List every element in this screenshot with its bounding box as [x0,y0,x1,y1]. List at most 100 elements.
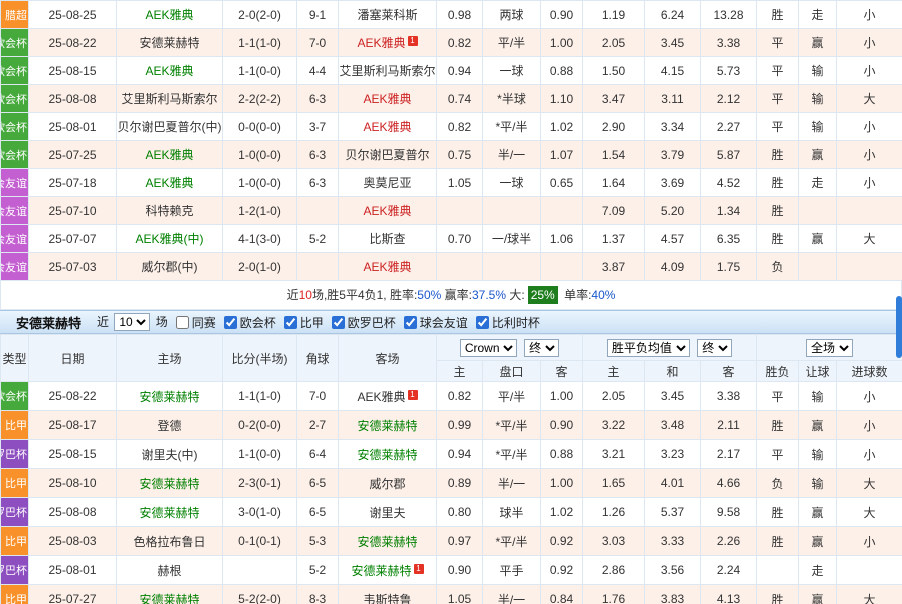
home-team-name[interactable]: 科特赖克 [145,204,193,218]
away-team-name[interactable]: 安德莱赫特 [351,564,411,578]
away-team-name[interactable]: 安德莱赫特 [357,448,417,462]
asian-odds-away: 1.10 [541,85,583,113]
result-group-header: 全场 [757,335,902,361]
score-cell: 1-1(0-0) [223,440,297,469]
home-team-name[interactable]: 谢里夫(中) [142,448,198,462]
home-team-name[interactable]: 赫根 [157,564,181,578]
home-team-name[interactable]: 安德莱赫特 [139,593,199,604]
euro-odds-away: 2.17 [701,440,757,469]
scope-select[interactable]: 全场 [806,339,853,357]
match-row: 球会友谊25-07-10科特赖克1-2(1-0)AEK雅典7.095.201.3… [1,197,902,225]
asian-odds-away: 0.88 [541,57,583,85]
league-type-badge: 比甲 [1,527,29,556]
asian-handicap-line: *平/半 [483,113,541,141]
result-goals: 小 [837,382,902,411]
odds-final-select[interactable]: 终 [524,339,559,357]
result-goals: 小 [837,141,902,169]
league-filter-option: 球会友谊 [404,314,468,331]
match-row: 欧会杯25-07-25AEK雅典1-0(0-0)6-3贝尔谢巴夏普尔0.75半/… [1,141,902,169]
home-team-name[interactable]: 安德莱赫特 [139,506,199,520]
home-team-name[interactable]: AEK雅典 [145,148,193,162]
scrollbar-thumb[interactable] [896,296,902,358]
away-team-name[interactable]: 比斯查 [369,232,405,246]
col-header-date: 日期 [29,335,117,382]
home-team-name[interactable]: 安德莱赫特 [139,477,199,491]
filter-checkbox[interactable] [284,316,297,329]
away-team-name[interactable]: AEK雅典 [357,390,405,404]
match-row: 欧会杯25-08-22安德莱赫特1-1(1-0)7-0AEK雅典10.82平/半… [1,29,902,57]
euro-odds-away: 5.87 [701,141,757,169]
asian-handicap-line: 平手 [483,556,541,585]
home-team-name[interactable]: 威尔郡(中) [142,260,198,274]
match-date: 25-07-25 [29,141,117,169]
away-team-name[interactable]: 安德莱赫特 [357,535,417,549]
recent-count-select[interactable]: 10 [114,313,150,331]
home-team-name[interactable]: 贝尔谢巴夏普尔(中) [118,120,222,134]
home-team-name[interactable]: AEK雅典 [145,8,193,22]
away-team-name[interactable]: AEK雅典 [363,260,411,274]
euro-odds-draw: 4.57 [645,225,701,253]
euro-odds-draw: 3.45 [645,29,701,57]
euro-odds-away: 4.52 [701,169,757,197]
result-handicap: 输 [799,57,837,85]
away-team-name[interactable]: 奥莫尼亚 [363,176,411,190]
filter-checkbox[interactable] [404,316,417,329]
result-handicap: 走 [799,556,837,585]
away-team-name[interactable]: 韦斯特鲁 [363,593,411,604]
away-team-name[interactable]: 谢里夫 [369,506,405,520]
match-date: 25-07-07 [29,225,117,253]
corner-cell: 2-7 [297,411,339,440]
home-team-name[interactable]: AEK雅典 [145,64,193,78]
euro-odds-draw: 3.48 [645,411,701,440]
home-team-name[interactable]: 色格拉布鲁日 [133,535,205,549]
result-goals: 小 [837,113,902,141]
filter-checkbox[interactable] [176,316,189,329]
filter-checkbox[interactable] [332,316,345,329]
result-handicap: 输 [799,440,837,469]
score-cell: 1-1(0-0) [223,57,297,85]
home-team-name[interactable]: AEK雅典(中) [135,232,203,246]
home-team-name[interactable]: AEK雅典 [145,176,193,190]
away-team-cell: 安德莱赫特1 [339,556,437,585]
euro-odds-away: 2.12 [701,85,757,113]
filter-checkbox[interactable] [476,316,489,329]
euro-odds-away: 4.13 [701,585,757,604]
summary-segment: 单率: [561,288,592,302]
asian-handicap-line [483,197,541,225]
match-row: 欧罗巴杯25-08-08安德莱赫特3-0(1-0)6-5谢里夫0.80球半1.0… [1,498,902,527]
away-team-name[interactable]: 潘塞莱科斯 [357,8,417,22]
result-outcome: 胜 [757,527,799,556]
away-team-name[interactable]: AEK雅典 [363,92,411,106]
result-handicap: 输 [799,382,837,411]
euro-odds-draw: 3.83 [645,585,701,604]
home-team-name[interactable]: 安德莱赫特 [139,36,199,50]
away-team-name[interactable]: AEK雅典 [363,204,411,218]
filter-checkbox[interactable] [224,316,237,329]
euro-odds-away: 6.35 [701,225,757,253]
league-type-badge: 欧罗巴杯 [1,498,29,527]
euro-final-select[interactable]: 终 [697,339,732,357]
away-team-name[interactable]: AEK雅典 [363,120,411,134]
sub-col-header: 让球 [799,361,837,382]
home-team-name[interactable]: 安德莱赫特 [139,390,199,404]
away-team-name[interactable]: 威尔郡 [369,477,405,491]
euro-odds-select[interactable]: 胜平负均值 [607,339,690,357]
home-team-name[interactable]: 艾里斯利马斯索尔 [121,92,217,106]
away-team-name[interactable]: 安德莱赫特 [357,419,417,433]
odds-company-select[interactable]: Crown [460,339,517,357]
result-handicap: 赢 [799,527,837,556]
asian-odds-home: 0.82 [437,29,483,57]
score-cell: 5-2(2-0) [223,585,297,604]
corner-cell: 6-3 [297,169,339,197]
match-date: 25-08-17 [29,411,117,440]
away-team-name[interactable]: AEK雅典 [357,36,405,50]
home-team-cell: 贝尔谢巴夏普尔(中) [117,113,223,141]
sub-col-header: 主 [437,361,483,382]
euro-odds-home: 1.54 [583,141,645,169]
score-cell: 1-2(1-0) [223,197,297,225]
match-date: 25-08-08 [29,498,117,527]
away-team-cell: AEK雅典1 [339,29,437,57]
home-team-name[interactable]: 登德 [157,419,181,433]
away-team-name[interactable]: 艾里斯利马斯索尔 [339,64,435,78]
away-team-name[interactable]: 贝尔谢巴夏普尔 [345,148,429,162]
